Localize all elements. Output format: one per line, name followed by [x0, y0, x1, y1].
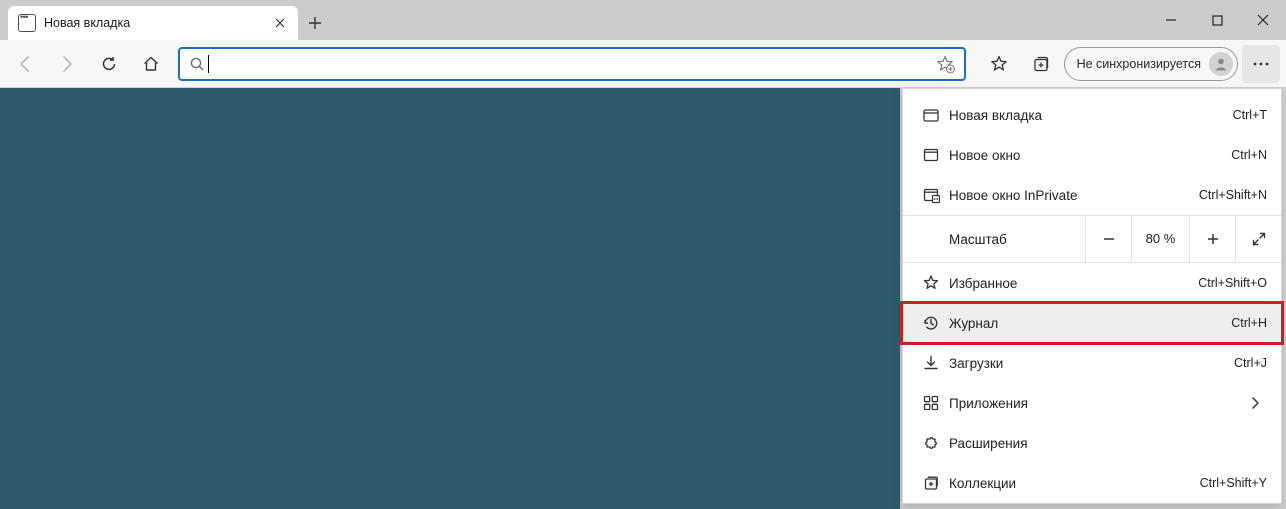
- window-minimize-button[interactable]: [1148, 0, 1194, 40]
- menu-label: Новая вкладка: [945, 108, 1233, 123]
- browser-tab[interactable]: Новая вкладка: [8, 6, 298, 40]
- menu-item-collections[interactable]: Коллекции Ctrl+Shift+Y: [903, 463, 1281, 503]
- menu-label: Коллекции: [945, 476, 1200, 491]
- menu-label: Журнал: [945, 316, 1231, 331]
- extensions-icon: [917, 434, 945, 452]
- menu-shortcut: Ctrl+H: [1231, 316, 1267, 330]
- star-icon: [917, 274, 945, 292]
- collections-icon: [917, 474, 945, 492]
- menu-item-apps[interactable]: Приложения: [903, 383, 1281, 423]
- collections-button[interactable]: [1022, 45, 1060, 83]
- menu-label: Загрузки: [945, 356, 1234, 371]
- fullscreen-button[interactable]: [1235, 215, 1281, 263]
- menu-item-downloads[interactable]: Загрузки Ctrl+J: [903, 343, 1281, 383]
- forward-button[interactable]: [48, 45, 86, 83]
- menu-shortcut: Ctrl+N: [1231, 148, 1267, 162]
- tab-title: Новая вкладка: [44, 16, 272, 30]
- tab-favicon-icon: [18, 14, 36, 32]
- window-controls: [1148, 0, 1286, 40]
- menu-shortcut: Ctrl+Shift+O: [1198, 276, 1267, 290]
- zoom-label: Масштаб: [903, 232, 1085, 247]
- window-close-button[interactable]: [1240, 0, 1286, 40]
- menu-label: Новое окно InPrivate: [945, 188, 1199, 203]
- back-button[interactable]: [6, 45, 44, 83]
- new-tab-icon: [917, 106, 945, 124]
- menu-label: Новое окно: [945, 148, 1231, 163]
- page-content: [0, 88, 900, 509]
- menu-shortcut: Ctrl+T: [1233, 108, 1267, 122]
- chevron-right-icon: [1243, 396, 1267, 410]
- app-menu-button[interactable]: [1242, 45, 1280, 83]
- zoom-out-button[interactable]: [1085, 215, 1131, 263]
- titlebar: Новая вкладка: [0, 0, 1286, 40]
- menu-item-inprivate[interactable]: Новое окно InPrivate Ctrl+Shift+N: [903, 175, 1281, 215]
- window-maximize-button[interactable]: [1194, 0, 1240, 40]
- menu-item-history[interactable]: Журнал Ctrl+H: [903, 303, 1281, 343]
- profile-sync-button[interactable]: Не синхронизируется: [1064, 47, 1238, 81]
- avatar-icon: [1209, 52, 1233, 76]
- menu-label: Приложения: [945, 396, 1243, 411]
- new-window-icon: [917, 146, 945, 164]
- address-input[interactable]: [209, 49, 932, 79]
- home-button[interactable]: [132, 45, 170, 83]
- address-bar[interactable]: [178, 47, 966, 81]
- menu-shortcut: Ctrl+Shift+N: [1199, 188, 1267, 202]
- menu-item-new-tab[interactable]: Новая вкладка Ctrl+T: [903, 95, 1281, 135]
- history-icon: [917, 314, 945, 332]
- inprivate-icon: [917, 186, 945, 204]
- zoom-value: 80 %: [1131, 215, 1189, 263]
- menu-zoom-row: Масштаб 80 %: [903, 215, 1281, 263]
- add-favorite-icon[interactable]: [932, 54, 958, 74]
- menu-label: Избранное: [945, 276, 1198, 291]
- menu-item-extensions[interactable]: Расширения: [903, 423, 1281, 463]
- menu-shortcut: Ctrl+J: [1234, 356, 1267, 370]
- tab-close-button[interactable]: [272, 15, 288, 31]
- reload-button[interactable]: [90, 45, 128, 83]
- menu-label: Расширения: [945, 436, 1267, 451]
- menu-item-favorites[interactable]: Избранное Ctrl+Shift+O: [903, 263, 1281, 303]
- new-tab-button[interactable]: [298, 6, 332, 40]
- app-menu: Новая вкладка Ctrl+T Новое окно Ctrl+N Н…: [902, 88, 1282, 504]
- zoom-in-button[interactable]: [1189, 215, 1235, 263]
- menu-item-new-window[interactable]: Новое окно Ctrl+N: [903, 135, 1281, 175]
- download-icon: [917, 354, 945, 372]
- toolbar: Не синхронизируется: [0, 40, 1286, 88]
- sync-label: Не синхронизируется: [1077, 57, 1201, 71]
- favorites-button[interactable]: [980, 45, 1018, 83]
- apps-icon: [917, 394, 945, 412]
- menu-shortcut: Ctrl+Shift+Y: [1200, 476, 1267, 490]
- search-icon: [186, 56, 208, 72]
